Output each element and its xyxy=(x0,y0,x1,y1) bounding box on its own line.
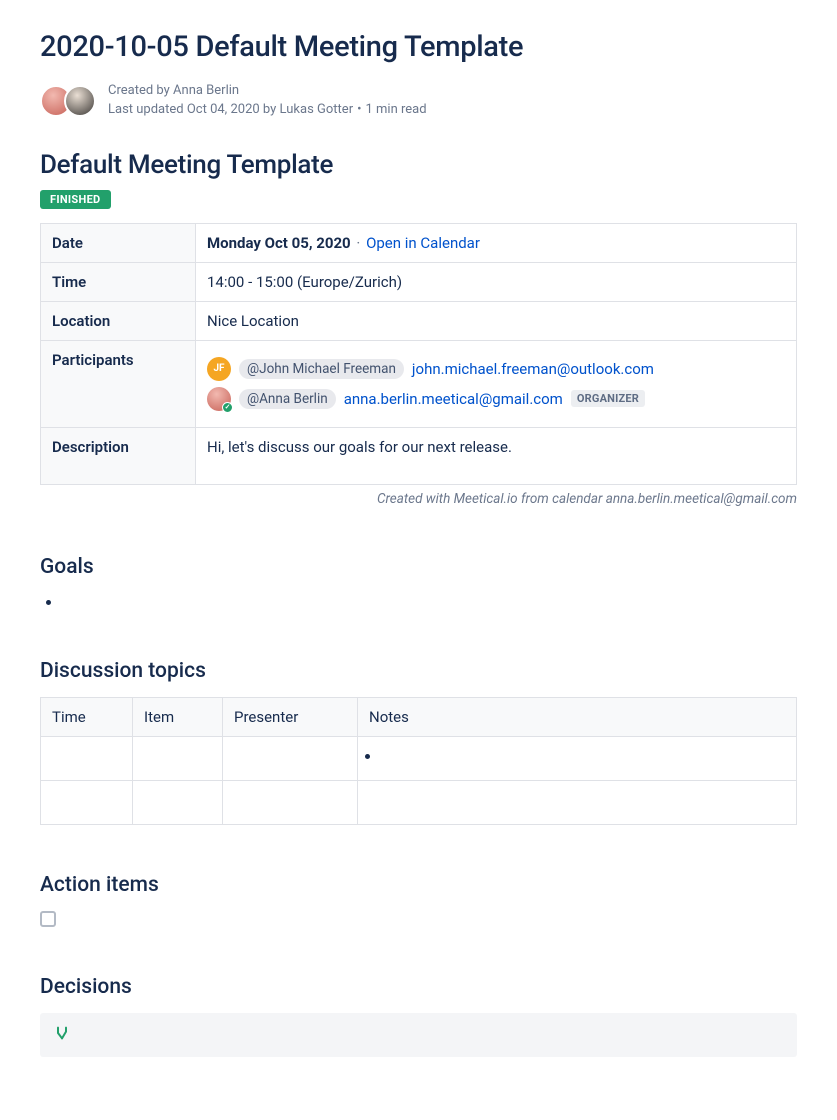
label-time: Time xyxy=(41,262,196,301)
meeting-heading: Default Meeting Template xyxy=(40,150,797,180)
value-location: Nice Location xyxy=(196,301,797,340)
table-row[interactable] xyxy=(41,736,797,780)
byline: Created by Anna Berlin Last updated Oct … xyxy=(40,82,797,120)
cell-presenter[interactable] xyxy=(223,780,358,824)
author-avatar-stack xyxy=(40,85,96,117)
updated-prefix: Last updated xyxy=(108,102,187,117)
open-in-calendar-link[interactable]: Open in Calendar xyxy=(366,234,480,252)
organizer-badge: ORGANIZER xyxy=(571,390,645,407)
col-header-time: Time xyxy=(41,697,133,736)
read-time: 1 min read xyxy=(366,102,427,117)
page-title: 2020-10-05 Default Meeting Template xyxy=(40,30,797,64)
participant-email-link[interactable]: anna.berlin.meetical@gmail.com xyxy=(344,390,563,408)
meeting-info-table: Date Monday Oct 05, 2020 · Open in Calen… xyxy=(40,223,797,485)
updated-by-prefix: by xyxy=(260,102,280,117)
created-by-prefix: Created by xyxy=(108,83,173,98)
cell-notes[interactable] xyxy=(358,736,797,780)
dot-separator: • xyxy=(357,102,361,117)
participant-row: JF @John Michael Freeman john.michael.free… xyxy=(207,357,785,381)
col-header-presenter: Presenter xyxy=(223,697,358,736)
avatar-lukas[interactable] xyxy=(64,85,96,117)
cell-time[interactable] xyxy=(41,780,133,824)
cell-time[interactable] xyxy=(41,736,133,780)
action-item-checkbox[interactable] xyxy=(40,911,56,927)
date-text: Monday Oct 05, 2020 xyxy=(207,234,351,252)
decisions-heading: Decisions xyxy=(40,975,797,999)
participant-email-link[interactable]: john.michael.freeman@outlook.com xyxy=(412,360,654,378)
action-items-heading: Action items xyxy=(40,873,797,897)
table-row[interactable] xyxy=(41,780,797,824)
updated-date: Oct 04, 2020 xyxy=(187,102,260,117)
discussion-heading: Discussion topics xyxy=(40,659,797,683)
label-participants: Participants xyxy=(41,340,196,427)
decisions-panel[interactable] xyxy=(40,1013,797,1057)
value-participants: JF @John Michael Freeman john.michael.free… xyxy=(196,340,797,427)
col-header-notes: Notes xyxy=(358,697,797,736)
user-mention[interactable]: @John Michael Freeman xyxy=(239,359,404,379)
created-by-link[interactable]: Anna Berlin xyxy=(173,83,239,98)
list-item[interactable] xyxy=(62,593,797,611)
cell-item[interactable] xyxy=(133,736,223,780)
goals-list[interactable] xyxy=(62,593,797,611)
participant-row: ✓ @Anna Berlin anna.berlin.meetical@gmail.… xyxy=(207,387,785,411)
label-location: Location xyxy=(41,301,196,340)
value-time: 14:00 - 15:00 (Europe/Zurich) xyxy=(196,262,797,301)
goals-heading: Goals xyxy=(40,555,797,579)
status-badge: FINISHED xyxy=(40,190,111,209)
dot-separator: · xyxy=(356,234,360,252)
user-mention[interactable]: @Anna Berlin xyxy=(239,389,336,409)
label-date: Date xyxy=(41,223,196,262)
cell-presenter[interactable] xyxy=(223,736,358,780)
byline-text: Created by Anna Berlin Last updated Oct … xyxy=(108,82,427,120)
value-description: Hi, let's discuss our goals for our next… xyxy=(196,427,797,484)
meeting-footer-note: Created with Meetical.io from calendar a… xyxy=(40,491,797,507)
col-header-item: Item xyxy=(133,697,223,736)
cell-item[interactable] xyxy=(133,780,223,824)
check-icon: ✓ xyxy=(222,402,233,413)
decision-fork-icon xyxy=(54,1026,70,1045)
discussion-topics-table: Time Item Presenter Notes xyxy=(40,697,797,825)
participant-avatar[interactable]: ✓ xyxy=(207,387,231,411)
participant-avatar[interactable]: JF xyxy=(207,357,231,381)
updated-by-link[interactable]: Lukas Gotter xyxy=(280,102,354,117)
value-date: Monday Oct 05, 2020 · Open in Calendar xyxy=(196,223,797,262)
label-description: Description xyxy=(41,427,196,484)
cell-notes[interactable] xyxy=(358,780,797,824)
